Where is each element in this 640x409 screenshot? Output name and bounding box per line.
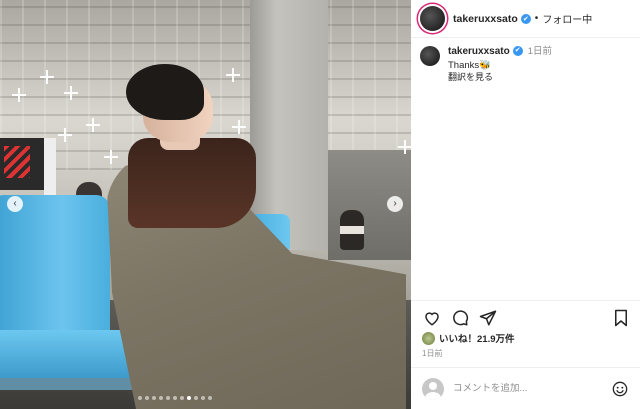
verified-badge-icon: ✔ [512, 46, 523, 57]
departure-sign [0, 138, 44, 190]
pillar [250, 0, 328, 250]
author-avatar[interactable] [420, 6, 445, 31]
caption-timestamp: 1日前 [527, 46, 552, 57]
heart-icon [425, 311, 439, 326]
send-icon [479, 310, 497, 325]
see-translation-link[interactable]: 翻訳を見る [448, 72, 552, 83]
carousel-dot [180, 396, 184, 400]
carousel-dot [194, 396, 198, 400]
chevron-right-icon: › [393, 198, 397, 209]
post-timestamp: 1日前 [422, 349, 443, 358]
comment-button[interactable] [449, 307, 471, 329]
caption: takeruxxsato ✔ 1日前 Thanks🐝 翻訳を見る [420, 46, 632, 83]
separator-dot: • [534, 13, 539, 24]
carousel-indicator [138, 396, 212, 400]
add-comment-bar [411, 367, 640, 409]
verified-badge-icon: ✔ [520, 13, 531, 24]
person-hair [126, 64, 204, 120]
carousel-next-button[interactable]: › [387, 196, 403, 212]
sign-panel [44, 138, 56, 198]
comment-input[interactable] [453, 383, 603, 394]
caption-body: takeruxxsato ✔ 1日前 Thanks🐝 翻訳を見る [448, 46, 552, 83]
caption-avatar[interactable] [420, 46, 440, 66]
light-sparkle [12, 88, 26, 102]
post-photo[interactable]: ‹ › [0, 0, 411, 409]
likes-summary[interactable]: いいね！21.9万件 [422, 331, 515, 345]
carousel-dot [173, 396, 177, 400]
carousel-dot [159, 396, 163, 400]
light-sparkle [40, 70, 54, 84]
light-sparkle [398, 140, 411, 154]
smiley-icon [612, 381, 628, 396]
light-sparkle [104, 150, 118, 164]
likes-count[interactable]: いいね！21.9万件 [439, 331, 515, 345]
bookmark-icon [615, 309, 627, 326]
author-username[interactable]: takeruxxsato [453, 13, 518, 25]
current-user-avatar [422, 377, 444, 400]
like-button[interactable] [421, 307, 443, 329]
carousel-dot [208, 396, 212, 400]
caption-header: takeruxxsato ✔ 1日前 [448, 46, 552, 58]
post-header: takeruxxsato ✔ • フォロー中 [411, 0, 640, 38]
light-sparkle [232, 120, 246, 134]
comment-icon [453, 309, 469, 325]
carousel-dot [152, 396, 156, 400]
light-sparkle [86, 118, 100, 132]
liker-avatar [422, 331, 435, 345]
chevron-left-icon: ‹ [13, 198, 17, 209]
light-sparkle [226, 68, 240, 82]
share-button[interactable] [477, 307, 499, 329]
caption-username[interactable]: takeruxxsato [448, 46, 510, 57]
light-sparkle [58, 128, 72, 142]
post-sidebar: takeruxxsato ✔ • フォロー中 takeruxxsato ✔ 1日前 … [411, 0, 640, 409]
following-button[interactable]: フォロー中 [542, 11, 592, 26]
emoji-button[interactable] [612, 381, 628, 397]
person-scarf [128, 138, 256, 228]
caption-text: Thanks🐝 [448, 60, 491, 71]
carousel-prev-button[interactable]: ‹ [7, 196, 23, 212]
carousel-dot [166, 396, 170, 400]
save-button[interactable] [610, 307, 632, 329]
carousel-dot [201, 396, 205, 400]
carousel-dot [145, 396, 149, 400]
action-bar [411, 300, 640, 334]
light-sparkle [64, 86, 78, 100]
carousel-dot [187, 396, 191, 400]
carousel-dot [138, 396, 142, 400]
background-person [340, 210, 364, 250]
